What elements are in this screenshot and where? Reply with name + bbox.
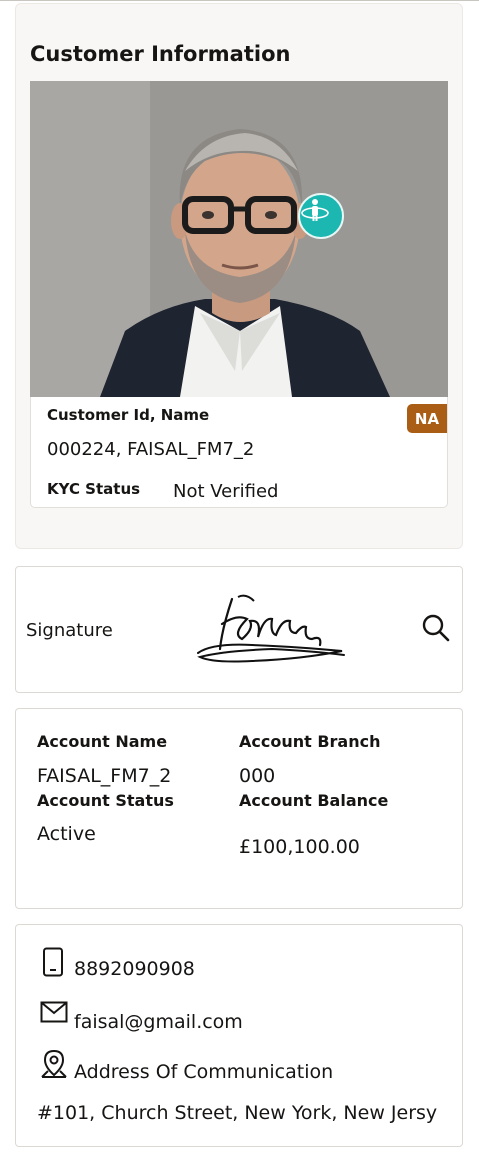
customer-portrait: [30, 81, 448, 397]
customer-info-box: Customer Id, Name NA 000224, FAISAL_FM7_…: [30, 397, 448, 508]
account-balance-value: £100,100.00: [239, 836, 360, 858]
email-address[interactable]: faisal@gmail.com: [74, 1011, 243, 1033]
signature-label: Signature: [26, 620, 113, 641]
customer-photo: [30, 81, 448, 397]
section-title: Customer Information: [30, 42, 291, 66]
top-divider: [0, 0, 479, 1]
kyc-status-value: Not Verified: [173, 481, 279, 502]
account-balance-label: Account Balance: [239, 791, 389, 810]
mobile-phone-icon: [42, 947, 64, 981]
customer-information-card: Customer Information Customer Id, Name N…: [15, 3, 463, 549]
kyc-status-label: KYC Status: [47, 480, 141, 498]
account-branch-value: 000: [239, 765, 276, 787]
status-badge: NA: [407, 404, 447, 433]
account-status-value: Active: [37, 823, 96, 845]
signature-card: Signature: [15, 566, 463, 693]
account-name-value: FAISAL_FM7_2: [37, 765, 172, 787]
account-details-card: Account Name Account Branch FAISAL_FM7_2…: [15, 708, 463, 909]
customer-id-name-label: Customer Id, Name: [47, 406, 210, 424]
contact-details-card: 8892090908 faisal@gmail.com Address Of C…: [15, 924, 463, 1147]
envelope-icon: [40, 1001, 68, 1027]
account-status-label: Account Status: [37, 791, 174, 810]
signature-image: [197, 594, 345, 663]
search-icon[interactable]: [420, 612, 452, 644]
address-label: Address Of Communication: [74, 1061, 334, 1083]
location-pin-icon: [40, 1049, 68, 1083]
account-name-label: Account Name: [37, 732, 168, 751]
account-branch-label: Account Branch: [239, 732, 381, 751]
customer-id-name-value: 000224, FAISAL_FM7_2: [47, 439, 255, 460]
rotate-person-icon[interactable]: [298, 193, 344, 239]
phone-number[interactable]: 8892090908: [74, 958, 195, 980]
address-value: #101, Church Street, New York, New Jersy: [37, 1102, 438, 1124]
